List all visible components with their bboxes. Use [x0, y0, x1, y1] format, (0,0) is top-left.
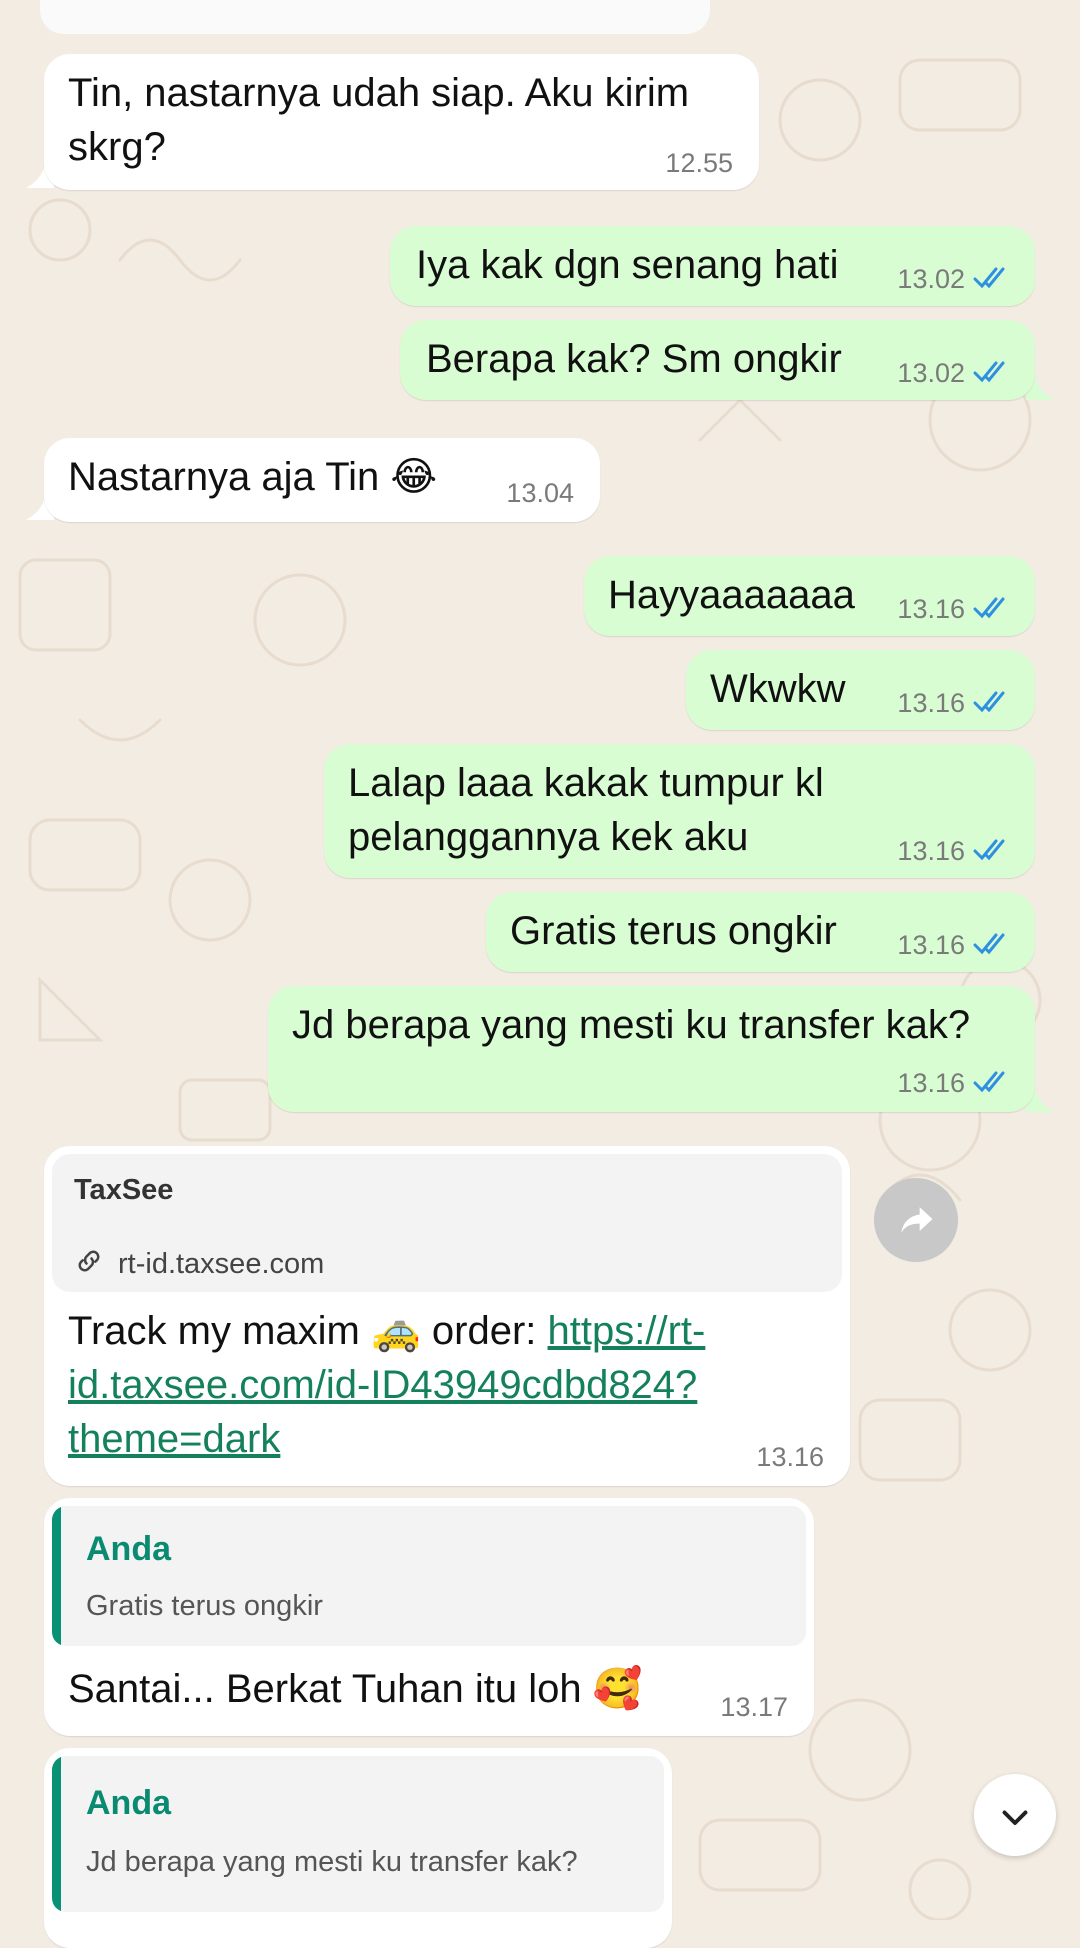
forward-button[interactable]: [874, 1178, 958, 1262]
link-preview-title: TaxSee: [74, 1174, 174, 1206]
emoji: 🚕: [370, 1309, 421, 1353]
message-bubble-reply[interactable]: Anda Jd berapa yang mesti ku transfer ka…: [44, 1748, 672, 1948]
message-text-line: Tin, nastarnya udah siap. Aku kirim: [68, 71, 690, 115]
message-bubble-outgoing[interactable]: Berapa kak? Sm ongkir 13.02: [400, 320, 1035, 400]
message-bubble-incoming[interactable]: Tin, nastarnya udah siap. Aku kirim skrg…: [44, 54, 759, 190]
message-time: 13.16: [756, 1442, 824, 1472]
quote-accent-bar: [52, 1756, 61, 1912]
message-text: Wkwkw: [710, 667, 846, 711]
quoted-message[interactable]: Anda Gratis terus ongkir: [52, 1506, 806, 1646]
message-link[interactable]: https://rt-: [548, 1309, 706, 1353]
link-icon: [78, 1250, 100, 1272]
message-text-line: Lalap laaa kakak tumpur kl: [348, 761, 824, 805]
message-time: 13.04: [506, 478, 574, 508]
message-text: Gratis terus ongkir: [510, 909, 837, 953]
double-check-icon: [973, 361, 1005, 383]
message-bubble-outgoing[interactable]: Lalap laaa kakak tumpur kl pelanggannya …: [324, 744, 1035, 878]
message-link[interactable]: theme=dark: [68, 1417, 280, 1461]
message-time: 13.02: [897, 264, 965, 294]
message-link[interactable]: id.taxsee.com/id-ID43949cdbd824?: [68, 1363, 697, 1407]
message-bubble-outgoing[interactable]: Jd berapa yang mesti ku transfer kak? 13…: [268, 986, 1035, 1112]
message-time: 13.16: [897, 1068, 965, 1098]
emoji: 😂: [390, 455, 438, 499]
double-check-icon: [973, 267, 1005, 289]
double-check-icon: [973, 691, 1005, 713]
message-time: 13.16: [897, 688, 965, 718]
message-time: 12.55: [665, 148, 733, 178]
quote-author: Anda: [86, 1784, 171, 1822]
message-bubble-outgoing[interactable]: Wkwkw 13.16: [686, 650, 1035, 730]
quoted-message[interactable]: Anda Jd berapa yang mesti ku transfer ka…: [52, 1756, 664, 1912]
link-preview-domain: rt-id.taxsee.com: [118, 1248, 325, 1280]
double-check-icon: [973, 839, 1005, 861]
message-bubble-outgoing[interactable]: Gratis terus ongkir 13.16: [486, 892, 1035, 972]
message-bubble-reply[interactable]: Anda Gratis terus ongkir Santai... Berka…: [44, 1498, 814, 1736]
scroll-to-bottom-button[interactable]: [974, 1774, 1056, 1856]
chevron-down-icon: [1002, 1810, 1028, 1825]
message-text: Jd berapa yang mesti ku transfer kak?: [292, 1003, 971, 1047]
message-text: Iya kak dgn senang hati: [416, 243, 839, 287]
emoji: 🥰: [592, 1667, 643, 1711]
message-text: Nastarnya aja Tin 😂: [68, 455, 438, 499]
double-check-icon: [973, 933, 1005, 955]
message-text-line: Track my maxim 🚕 order: https://rt-: [68, 1309, 706, 1353]
message-text: Berapa kak? Sm ongkir: [426, 337, 842, 381]
message-time: 13.16: [897, 594, 965, 624]
message-time: 13.16: [897, 836, 965, 866]
forward-icon: [901, 1207, 933, 1233]
message-text-line: pelanggannya kek aku: [348, 815, 749, 859]
quote-text: Gratis terus ongkir: [86, 1590, 323, 1622]
message-bubble-incoming[interactable]: Nastarnya aja Tin 😂 13.04: [44, 438, 600, 522]
quote-author: Anda: [86, 1530, 171, 1568]
double-check-icon: [973, 1071, 1005, 1093]
quote-accent-bar: [52, 1506, 61, 1646]
link-preview-card[interactable]: TaxSee rt-id.taxsee.com: [52, 1154, 842, 1292]
message-time: 13.02: [897, 358, 965, 388]
message-bubble-link[interactable]: TaxSee rt-id.taxsee.com Track my maxim 🚕…: [44, 1146, 850, 1486]
message-time: 13.16: [897, 930, 965, 960]
message-text-line: skrg?: [68, 125, 166, 169]
message-time: 13.17: [720, 1692, 788, 1722]
quote-text: Jd berapa yang mesti ku transfer kak?: [86, 1846, 578, 1878]
message-bubble-outgoing[interactable]: Iya kak dgn senang hati 13.02: [390, 226, 1035, 306]
message-text: Hayyaaaaaaa: [608, 573, 855, 617]
message-text: Santai... Berkat Tuhan itu loh 🥰: [68, 1667, 643, 1711]
double-check-icon: [973, 597, 1005, 619]
message-bubble-outgoing[interactable]: Hayyaaaaaaa 13.16: [584, 556, 1035, 636]
previous-bubble-edge: [40, 0, 710, 34]
